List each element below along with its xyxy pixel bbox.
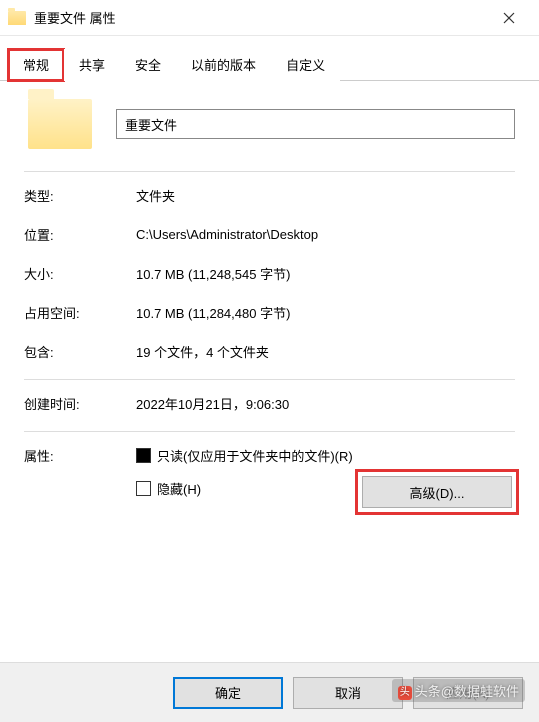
folder-icon-large (28, 99, 92, 149)
label-contains: 包含: (24, 342, 136, 361)
row-size: 大小: 10.7 MB (11,248,545 字节) (24, 254, 515, 293)
value-created: 2022年10月21日，9:06:30 (136, 394, 515, 413)
tab-previous-versions[interactable]: 以前的版本 (176, 49, 271, 81)
value-size-on-disk: 10.7 MB (11,284,480 字节) (136, 303, 515, 322)
tab-content: 类型: 文件夹 位置: C:\Users\Administrator\Deskt… (0, 81, 539, 524)
tab-sharing[interactable]: 共享 (64, 49, 120, 81)
tab-bar: 常规 共享 安全 以前的版本 自定义 (0, 36, 539, 81)
close-button[interactable] (487, 2, 531, 34)
value-location: C:\Users\Administrator\Desktop (136, 227, 515, 242)
label-attributes: 属性: (24, 446, 136, 512)
ok-button[interactable]: 确定 (173, 677, 283, 709)
hidden-label: 隐藏(H) (157, 479, 201, 498)
folder-icon (8, 11, 26, 25)
value-type: 文件夹 (136, 186, 515, 205)
tab-security[interactable]: 安全 (120, 49, 176, 81)
dialog-footer: 确定 取消 应用(A) (0, 662, 539, 722)
folder-name-input[interactable] (116, 109, 515, 139)
close-icon (503, 12, 515, 24)
row-contains: 包含: 19 个文件，4 个文件夹 (24, 332, 515, 371)
advanced-button[interactable]: 高级(D)... (362, 476, 512, 508)
divider (24, 379, 515, 380)
value-size: 10.7 MB (11,248,545 字节) (136, 264, 515, 283)
row-size-on-disk: 占用空间: 10.7 MB (11,284,480 字节) (24, 293, 515, 332)
label-size: 大小: (24, 264, 136, 283)
readonly-label: 只读(仅应用于文件夹中的文件)(R) (157, 446, 353, 465)
divider (24, 431, 515, 432)
tab-general[interactable]: 常规 (8, 49, 64, 81)
readonly-checkbox[interactable] (136, 448, 151, 463)
attributes-section: 属性: 只读(仅应用于文件夹中的文件)(R) 隐藏(H) 高级(D)... (24, 436, 515, 512)
label-location: 位置: (24, 225, 136, 244)
folder-header-row (24, 99, 515, 163)
apply-button[interactable]: 应用(A) (413, 677, 523, 709)
row-location: 位置: C:\Users\Administrator\Desktop (24, 215, 515, 254)
value-contains: 19 个文件，4 个文件夹 (136, 342, 515, 361)
row-type: 类型: 文件夹 (24, 176, 515, 215)
hidden-checkbox[interactable] (136, 481, 151, 496)
window-title: 重要文件 属性 (34, 8, 487, 27)
attr-readonly-row: 只读(仅应用于文件夹中的文件)(R) (136, 446, 515, 465)
label-type: 类型: (24, 186, 136, 205)
advanced-highlight: 高级(D)... (355, 469, 519, 515)
divider (24, 171, 515, 172)
cancel-button[interactable]: 取消 (293, 677, 403, 709)
row-created: 创建时间: 2022年10月21日，9:06:30 (24, 384, 515, 423)
attr-hidden-row: 隐藏(H) 高级(D)... (136, 479, 515, 498)
square-fill-icon (139, 451, 148, 460)
label-created: 创建时间: (24, 394, 136, 413)
label-size-on-disk: 占用空间: (24, 303, 136, 322)
titlebar: 重要文件 属性 (0, 0, 539, 36)
tab-customize[interactable]: 自定义 (271, 49, 340, 81)
